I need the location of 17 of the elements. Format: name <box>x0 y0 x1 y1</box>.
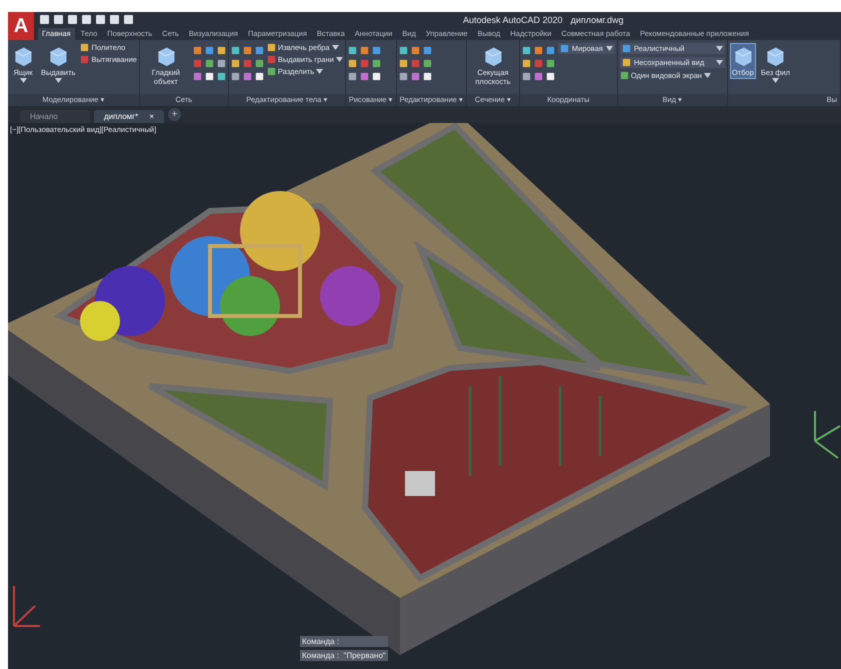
caret-icon[interactable] <box>716 46 723 51</box>
app-menu-button[interactable]: A <box>8 12 34 40</box>
document-tab[interactable]: Начало <box>20 110 90 123</box>
caret-icon[interactable] <box>606 46 613 51</box>
file-name: дипломг.dwg <box>570 14 624 24</box>
document-tab[interactable]: дипломг* × <box>94 110 164 123</box>
caret-icon[interactable] <box>716 60 723 65</box>
caret-icon[interactable] <box>20 78 26 83</box>
ucs-icon <box>13 585 41 627</box>
caret-icon[interactable] <box>772 78 779 83</box>
window-title: Autodesk AutoCAD 2020 <box>463 14 563 24</box>
caret-icon[interactable] <box>704 73 711 78</box>
axis-gizmo-icon <box>814 410 841 459</box>
new-tab-button[interactable]: + <box>168 108 181 121</box>
caret-icon[interactable] <box>54 78 62 83</box>
close-icon[interactable]: × <box>149 112 154 121</box>
caret-icon[interactable] <box>316 69 324 74</box>
